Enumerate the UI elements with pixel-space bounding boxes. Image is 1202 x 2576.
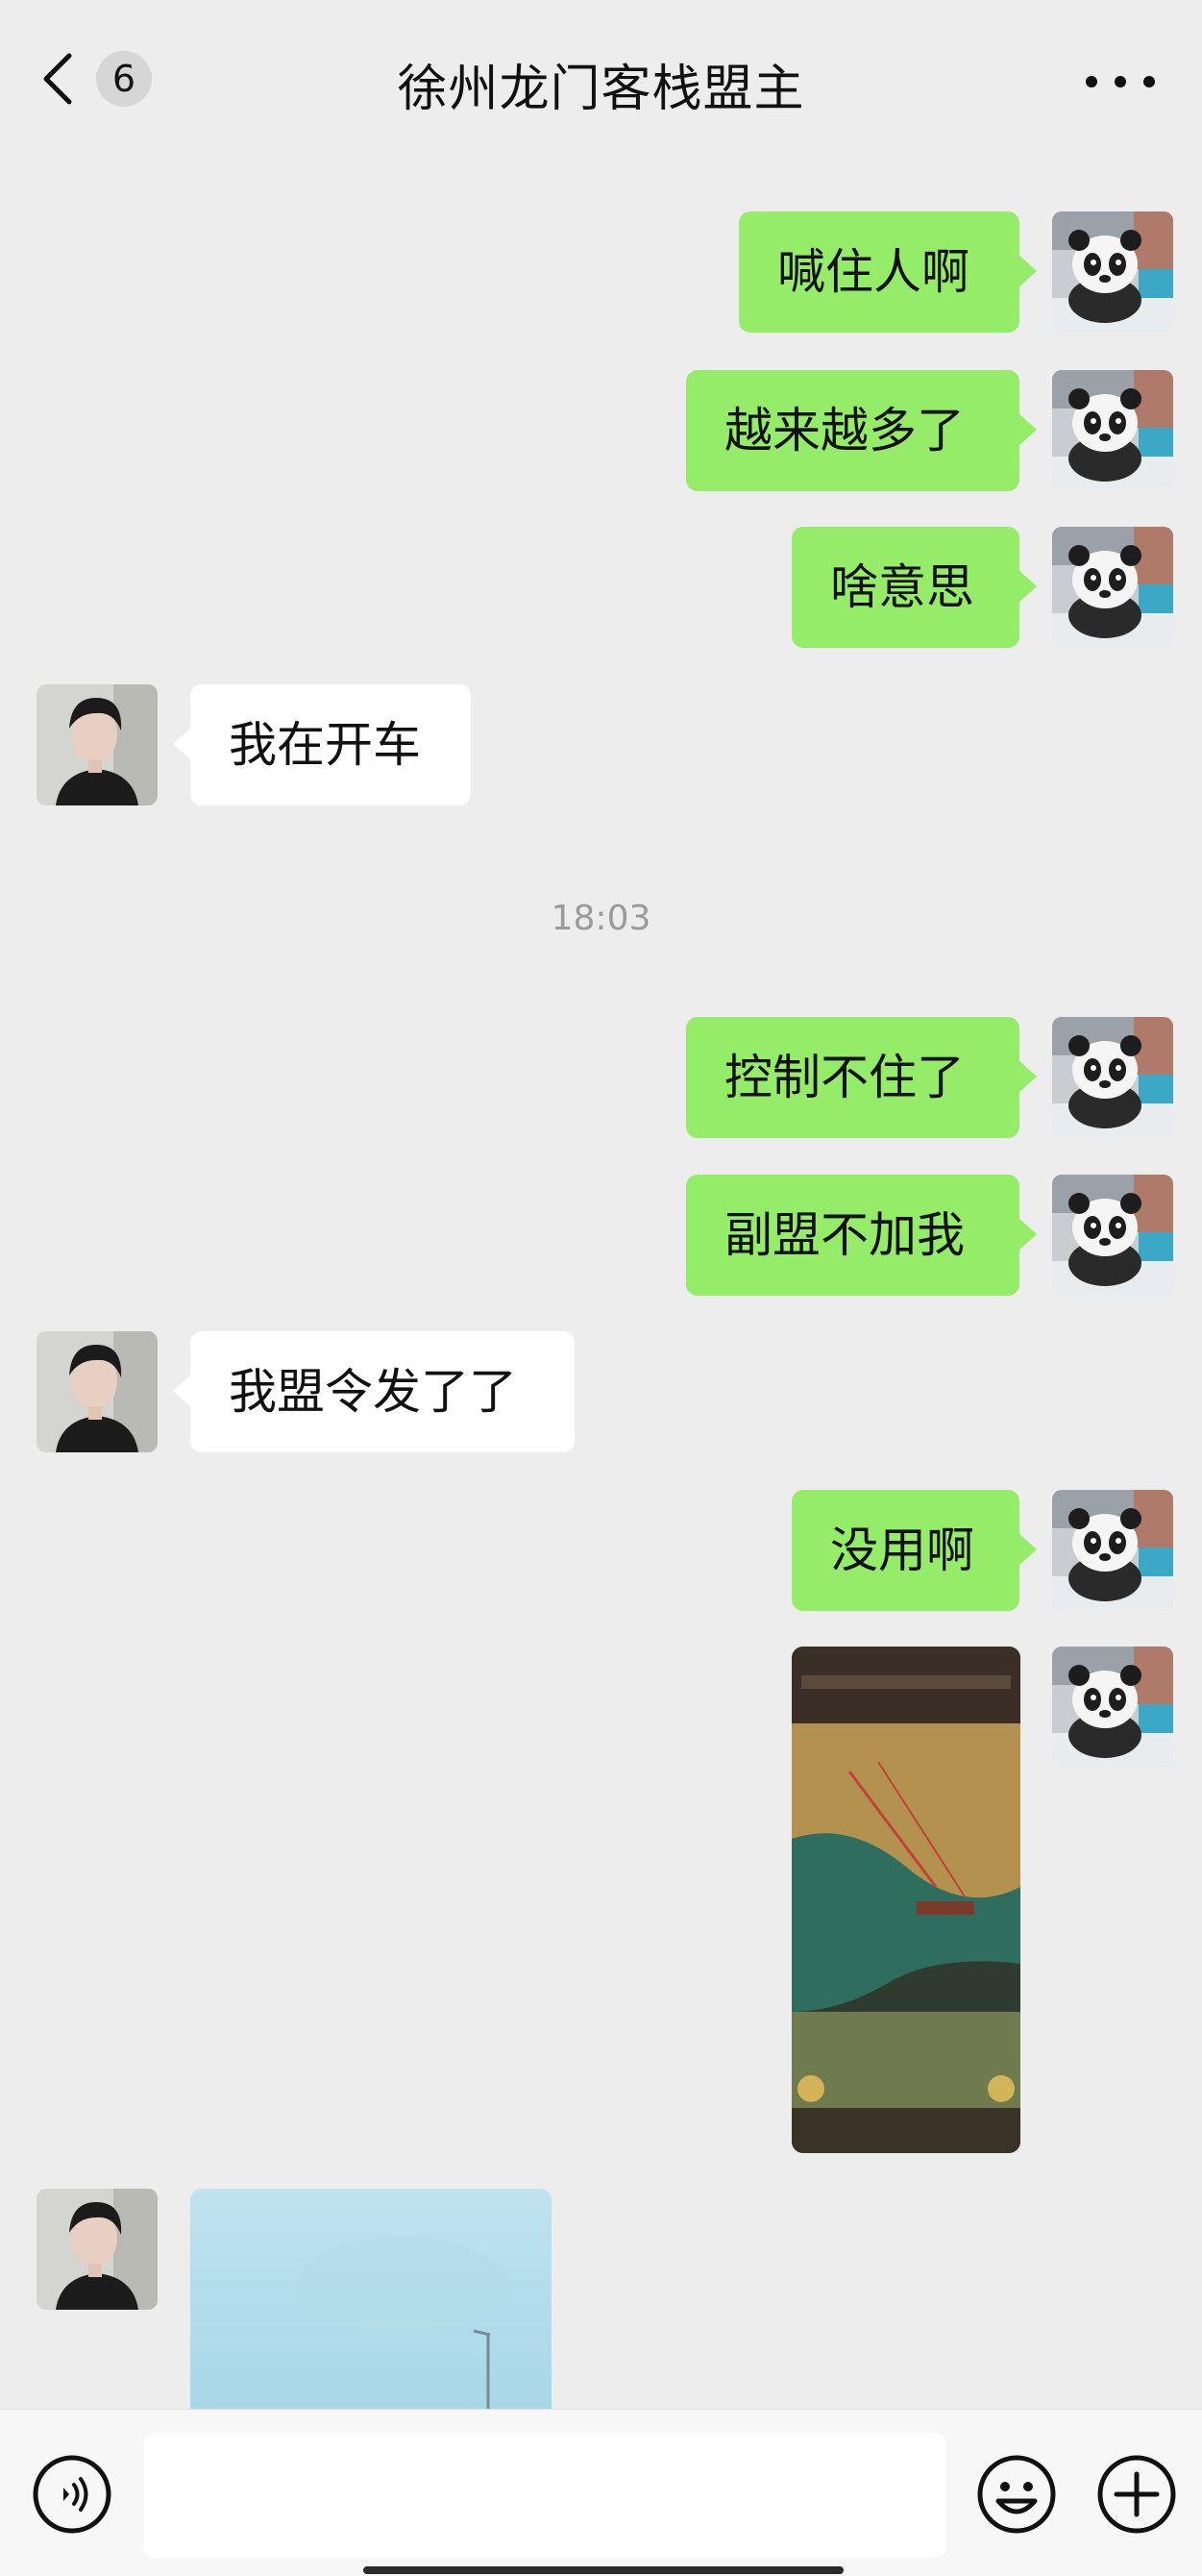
home-indicator xyxy=(363,2566,844,2574)
message-bubble[interactable]: 副盟不加我 xyxy=(686,1175,1037,1296)
emoji-button[interactable] xyxy=(975,2453,1058,2536)
message-bubble[interactable]: 我盟令发了了 xyxy=(173,1331,575,1452)
avatar[interactable] xyxy=(37,684,158,805)
message-bubble[interactable]: 没用啊 xyxy=(792,1490,1037,1611)
avatar[interactable] xyxy=(1052,1647,1173,1768)
voice-button[interactable] xyxy=(31,2453,113,2536)
avatar[interactable] xyxy=(1052,370,1173,491)
avatar[interactable] xyxy=(1052,527,1173,648)
avatar[interactable] xyxy=(37,1331,158,1452)
plus-icon xyxy=(1097,2455,1176,2534)
message-bubble[interactable]: 喊住人啊 xyxy=(739,211,1037,333)
voice-icon xyxy=(33,2455,111,2534)
timestamp: 18:03 xyxy=(551,899,651,938)
avatar[interactable] xyxy=(37,2189,158,2310)
more-dots-icon xyxy=(1086,76,1155,87)
avatar[interactable] xyxy=(1052,211,1173,333)
message-input[interactable] xyxy=(144,2433,946,2558)
message-bubble[interactable]: 我在开车 xyxy=(173,684,471,805)
chat-header: 6 徐州龙门客栈盟主 xyxy=(0,0,1202,163)
message-bubble[interactable]: 越来越多了 xyxy=(686,370,1037,491)
plus-button[interactable] xyxy=(1095,2453,1178,2536)
avatar[interactable] xyxy=(1052,1175,1173,1296)
input-bar xyxy=(0,2409,1202,2576)
game-screenshot-image[interactable] xyxy=(792,1647,1020,2153)
message-bubble[interactable]: 啥意思 xyxy=(792,527,1037,648)
avatar[interactable] xyxy=(1052,1490,1173,1611)
message-bubble[interactable]: 控制不住了 xyxy=(686,1017,1037,1138)
more-button[interactable] xyxy=(1077,67,1164,96)
chat-title: 徐州龙门客栈盟主 xyxy=(397,61,805,118)
sky-photo-image[interactable] xyxy=(190,2189,552,2409)
emoji-icon xyxy=(977,2455,1056,2534)
avatar[interactable] xyxy=(1052,1017,1173,1138)
